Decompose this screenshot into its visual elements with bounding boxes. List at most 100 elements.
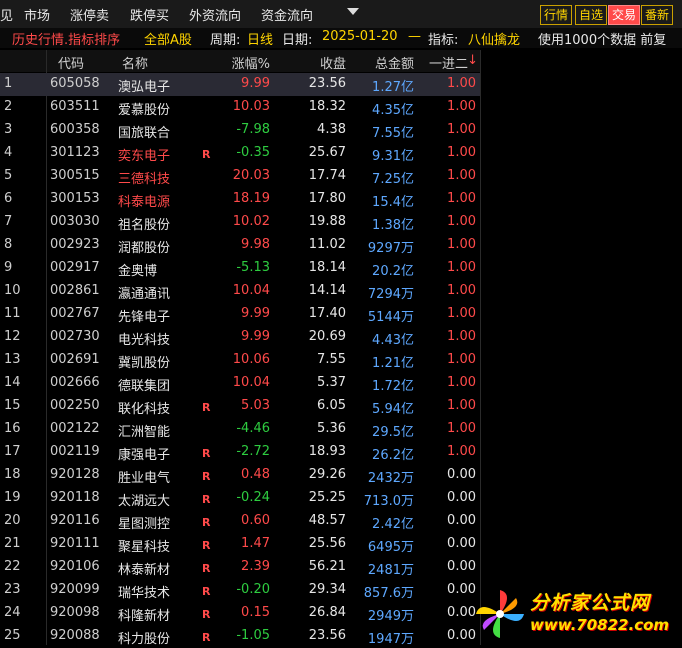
close-price: 19.88 bbox=[308, 214, 346, 229]
table-row[interactable]: 22 920106 林泰新材 R 2.39 56.21 2481万 0.00 bbox=[0, 556, 480, 579]
stock-name: 先锋电子 bbox=[118, 310, 171, 325]
change-percent: 1.47 bbox=[241, 536, 270, 551]
table-row[interactable]: 14 002666 德联集团 10.04 5.37 1.72亿 1.00 bbox=[0, 372, 480, 395]
stock-code: 603511 bbox=[50, 99, 100, 114]
financing-flag: R bbox=[202, 631, 211, 644]
close-price: 17.74 bbox=[308, 168, 346, 183]
close-price: 29.26 bbox=[308, 467, 346, 482]
stock-name: 聚星科技 bbox=[118, 540, 171, 555]
row-index: 23 bbox=[4, 582, 21, 597]
row-index: 10 bbox=[4, 283, 21, 298]
col-header-close[interactable]: 收盘 bbox=[320, 53, 346, 72]
table-row[interactable]: 21 920111 聚星科技 R 1.47 25.56 6495万 0.00 bbox=[0, 533, 480, 556]
close-price: 25.25 bbox=[308, 490, 346, 505]
close-price: 5.37 bbox=[317, 375, 346, 390]
table-row[interactable]: 7 003030 祖名股份 10.02 19.88 1.38亿 1.00 bbox=[0, 211, 480, 234]
quote-button[interactable]: 行情 bbox=[540, 5, 573, 25]
dropdown-arrow-icon[interactable] bbox=[347, 8, 359, 15]
indicator-value[interactable]: 八仙擒龙 bbox=[468, 29, 520, 48]
watermark-url: www.70822.com bbox=[530, 616, 670, 634]
total-amount: 20.2亿 bbox=[372, 264, 414, 279]
news-button[interactable]: 番新 bbox=[641, 5, 674, 25]
market-label[interactable]: 全部A股 bbox=[144, 29, 192, 48]
total-amount: 1.27亿 bbox=[372, 80, 414, 95]
table-row[interactable]: 12 002730 电光科技 9.99 20.69 4.43亿 1.00 bbox=[0, 326, 480, 349]
table-row[interactable]: 17 002119 康强电子 R -2.72 18.93 26.2亿 1.00 bbox=[0, 441, 480, 464]
table-row[interactable]: 23 920099 瑞华技术 R -0.20 29.34 857.6万 0.00 bbox=[0, 579, 480, 602]
close-price: 18.14 bbox=[308, 260, 346, 275]
trade-button[interactable]: 交易 bbox=[608, 5, 641, 25]
date-value[interactable]: 2025-01-20 bbox=[322, 29, 398, 44]
col-header-name[interactable]: 名称 bbox=[122, 53, 148, 72]
table-row[interactable]: 11 002767 先锋电子 9.99 17.40 5144万 1.00 bbox=[0, 303, 480, 326]
close-price: 17.40 bbox=[308, 306, 346, 321]
table-row[interactable]: 20 920116 星图测控 R 0.60 48.57 2.42亿 0.00 bbox=[0, 510, 480, 533]
column-divider bbox=[480, 50, 481, 645]
menu-item-foreign-flow[interactable]: 外资流向 bbox=[189, 5, 241, 24]
menu-item-limit-down-buy[interactable]: 跌停买 bbox=[130, 5, 169, 24]
table-row[interactable]: 4 301123 奕东电子 R -0.35 25.67 9.31亿 1.00 bbox=[0, 142, 480, 165]
stock-code: 920111 bbox=[50, 536, 100, 551]
watchlist-button[interactable]: 自选 bbox=[575, 5, 608, 25]
stock-name: 金奥博 bbox=[118, 264, 158, 279]
period-value[interactable]: 日线 bbox=[247, 29, 273, 48]
stock-code: 600358 bbox=[50, 122, 100, 137]
menu-item-limit-up-sell[interactable]: 涨停卖 bbox=[70, 5, 109, 24]
table-row[interactable]: 24 920098 科隆新材 R 0.15 26.84 2949万 0.00 bbox=[0, 602, 480, 625]
stock-code: 920118 bbox=[50, 490, 100, 505]
financing-flag: R bbox=[202, 608, 211, 621]
stock-name: 三德科技 bbox=[118, 172, 171, 187]
change-percent: 9.98 bbox=[241, 237, 270, 252]
table-header: 代码 名称 涨幅% 收盘 总金额 一进二 ↓ bbox=[0, 50, 480, 72]
table-row[interactable]: 15 002250 联化科技 R 5.03 6.05 5.94亿 1.00 bbox=[0, 395, 480, 418]
financing-flag: R bbox=[202, 562, 211, 575]
col-header-code[interactable]: 代码 bbox=[58, 53, 84, 72]
change-percent: 0.60 bbox=[241, 513, 270, 528]
col-header-pct[interactable]: 涨幅% bbox=[232, 53, 270, 72]
stock-name: 润都股份 bbox=[118, 241, 171, 256]
row-index: 3 bbox=[4, 122, 13, 137]
close-price: 48.57 bbox=[308, 513, 346, 528]
data-note: 使用1000个数据 前复 bbox=[538, 33, 667, 48]
one-to-two-value: 1.00 bbox=[447, 99, 476, 114]
close-price: 11.02 bbox=[308, 237, 346, 252]
menu-item-view[interactable]: 见 bbox=[0, 5, 13, 24]
close-price: 56.21 bbox=[308, 559, 346, 574]
change-percent: 18.19 bbox=[232, 191, 270, 206]
table-row[interactable]: 5 300515 三德科技 20.03 17.74 7.25亿 1.00 bbox=[0, 165, 480, 188]
table-row[interactable]: 2 603511 爱慕股份 10.03 18.32 4.35亿 1.00 bbox=[0, 96, 480, 119]
change-percent: 9.99 bbox=[241, 329, 270, 344]
row-index: 16 bbox=[4, 421, 21, 436]
stock-name: 胜业电气 bbox=[118, 471, 171, 486]
one-to-two-value: 1.00 bbox=[447, 237, 476, 252]
table-row[interactable]: 8 002923 润都股份 9.98 11.02 9297万 1.00 bbox=[0, 234, 480, 257]
one-to-two-value: 1.00 bbox=[447, 260, 476, 275]
one-to-two-value: 1.00 bbox=[447, 145, 476, 160]
total-amount: 5.94亿 bbox=[372, 402, 414, 417]
table-row[interactable]: 16 002122 汇洲智能 -4.46 5.36 29.5亿 1.00 bbox=[0, 418, 480, 441]
stock-name: 祖名股份 bbox=[118, 218, 171, 233]
col-header-lb[interactable]: 一进二 bbox=[429, 53, 468, 72]
table-row[interactable]: 19 920118 太湖远大 R -0.24 25.25 713.0万 0.00 bbox=[0, 487, 480, 510]
close-price: 18.32 bbox=[308, 99, 346, 114]
stock-code: 002730 bbox=[50, 329, 100, 344]
total-amount: 9297万 bbox=[367, 241, 414, 256]
table-row[interactable]: 6 300153 科泰电源 18.19 17.80 15.4亿 1.00 bbox=[0, 188, 480, 211]
stock-name: 太湖远大 bbox=[118, 494, 171, 509]
table-row[interactable]: 1 605058 澳弘电子 9.99 23.56 1.27亿 1.00 bbox=[0, 73, 480, 96]
col-header-amount[interactable]: 总金额 bbox=[375, 53, 414, 72]
table-row[interactable]: 3 600358 国旅联合 -7.98 4.38 7.55亿 1.00 bbox=[0, 119, 480, 142]
stock-name: 电光科技 bbox=[118, 333, 171, 348]
table-row[interactable]: 13 002691 冀凯股份 10.06 7.55 1.21亿 1.00 bbox=[0, 349, 480, 372]
table-row[interactable]: 18 920128 胜业电气 R 0.48 29.26 2432万 0.00 bbox=[0, 464, 480, 487]
menu-item-market[interactable]: 市场 bbox=[24, 5, 50, 24]
mode-label[interactable]: 历史行情.指标排序 bbox=[12, 29, 120, 48]
close-price: 25.67 bbox=[308, 145, 346, 160]
total-amount: 4.43亿 bbox=[372, 333, 414, 348]
table-row[interactable]: 10 002861 瀛通通讯 10.04 14.14 7294万 1.00 bbox=[0, 280, 480, 303]
menu-item-fund-flow[interactable]: 资金流向 bbox=[261, 5, 313, 24]
table-row[interactable]: 9 002917 金奥博 -5.13 18.14 20.2亿 1.00 bbox=[0, 257, 480, 280]
change-percent: -2.72 bbox=[236, 444, 270, 459]
row-index: 19 bbox=[4, 490, 21, 505]
stock-code: 002666 bbox=[50, 375, 100, 390]
